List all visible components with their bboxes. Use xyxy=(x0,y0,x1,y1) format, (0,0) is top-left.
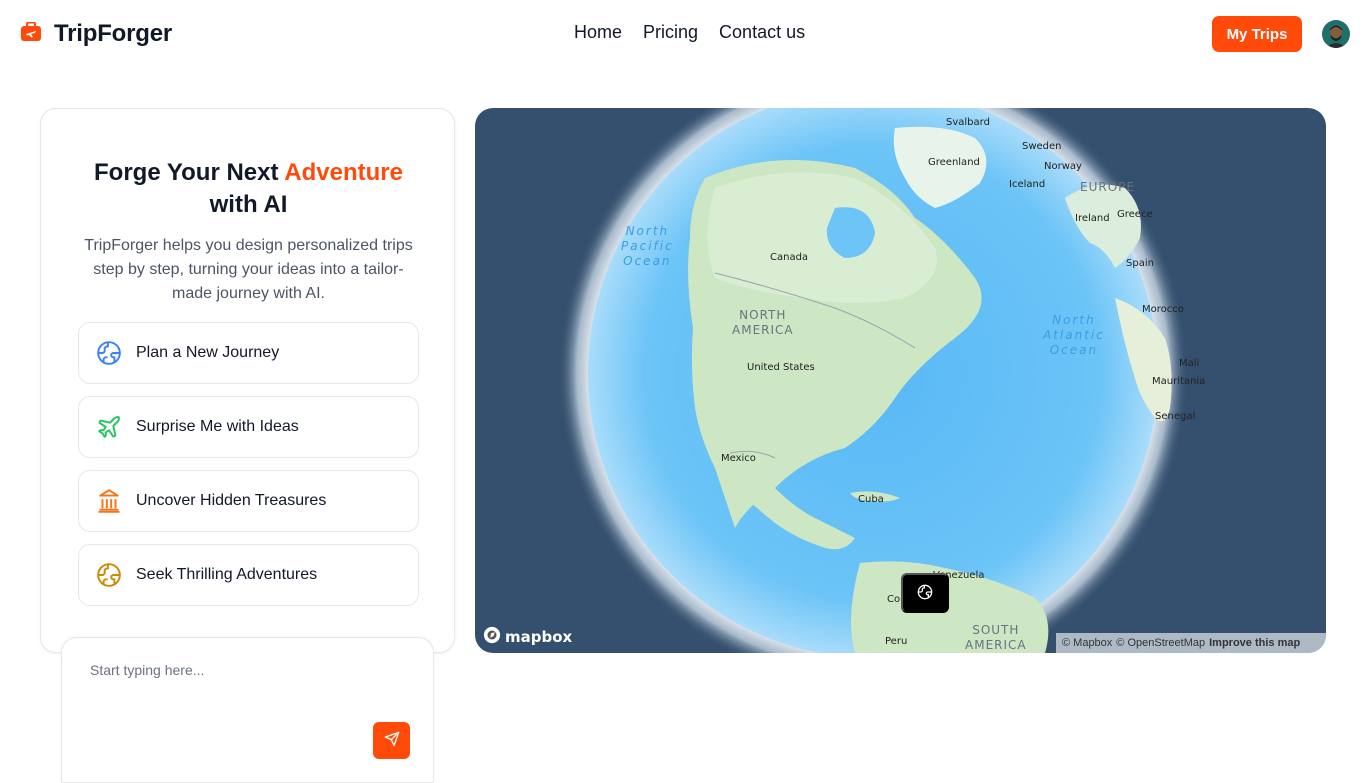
nav-pricing[interactable]: Pricing xyxy=(643,22,698,43)
mapbox-logo-text: mapbox xyxy=(505,628,573,646)
user-avatar[interactable] xyxy=(1322,20,1350,48)
main-nav: Home Pricing Contact us xyxy=(574,22,805,43)
map-label-mauritania: Mauritania xyxy=(1152,376,1206,387)
send-icon xyxy=(384,731,400,750)
map-label-south-america-line2: AMERICA xyxy=(965,638,1027,652)
message-input[interactable] xyxy=(90,662,410,722)
map-label-united-states: United States xyxy=(747,362,815,373)
brand[interactable]: TripForger xyxy=(20,20,172,48)
map-label-north-pacific-ocean: North Pacific Ocean xyxy=(621,224,674,269)
map-label-canada: Canada xyxy=(770,252,809,263)
send-button[interactable] xyxy=(373,722,410,759)
plane-icon xyxy=(95,413,123,441)
globe-icon xyxy=(917,584,933,603)
map-label-atlantic-line3: Ocean xyxy=(1049,343,1099,357)
map-label-europe: EUROPE xyxy=(1080,180,1135,194)
map-label-norway: Norway xyxy=(1044,161,1082,172)
my-trips-button[interactable]: My Trips xyxy=(1212,16,1302,52)
map-label-mexico: Mexico xyxy=(721,453,756,464)
option-label: Seek Thrilling Adventures xyxy=(136,566,318,583)
option-thrilling-adventures[interactable]: Seek Thrilling Adventures xyxy=(78,544,419,606)
hero-title-accent: Adventure xyxy=(284,159,403,186)
hero-title-part2: with AI xyxy=(209,191,288,218)
attribution-osm-link[interactable]: © OpenStreetMap xyxy=(1116,637,1205,649)
chat-composer xyxy=(61,637,434,783)
brand-name: TripForger xyxy=(54,20,173,47)
map-label-ireland: Ireland xyxy=(1075,213,1110,224)
map-label-atlantic-line1: North xyxy=(1052,313,1096,327)
map-label-iceland: Iceland xyxy=(1009,179,1046,190)
map-label-svalbard: Svalbard xyxy=(946,117,990,128)
improve-map-link[interactable]: Improve this map xyxy=(1209,637,1300,649)
map-label-atlantic-line2: Atlantic xyxy=(1043,328,1105,342)
map-label-pacific-line2: Pacific xyxy=(621,239,674,253)
map-label-senegal: Senegal xyxy=(1155,411,1196,422)
suitcase-plane-icon xyxy=(20,21,42,47)
map-label-north-america-line2: AMERICA xyxy=(732,323,794,337)
map-label-spain: Spain xyxy=(1126,258,1154,269)
option-label: Uncover Hidden Treasures xyxy=(136,492,327,509)
map-label-colombia: Co xyxy=(887,594,901,605)
map-label-greece: Greece xyxy=(1117,209,1153,220)
mapbox-logo[interactable]: mapbox xyxy=(483,626,572,648)
map-label-pacific-line1: North xyxy=(625,224,670,238)
nav-contact[interactable]: Contact us xyxy=(719,22,805,43)
option-label: Surprise Me with Ideas xyxy=(136,418,299,435)
landmark-icon xyxy=(95,487,123,515)
attribution-mapbox-link[interactable]: © Mapbox xyxy=(1062,637,1112,649)
map-label-mali: Mali xyxy=(1179,358,1200,369)
map-label-north-america: NORTH AMERICA xyxy=(732,308,794,338)
map-attribution: © Mapbox © OpenStreetMap Improve this ma… xyxy=(1056,633,1326,653)
map-label-north-atlantic-ocean: North Atlantic Ocean xyxy=(1043,313,1105,358)
globe-icon xyxy=(95,339,123,367)
hero-title-part1: Forge Your Next xyxy=(94,159,285,186)
option-label: Plan a New Journey xyxy=(136,344,280,361)
option-plan-new-journey[interactable]: Plan a New Journey xyxy=(78,322,419,384)
hero-description: TripForger helps you design personalized… xyxy=(84,237,413,302)
top-navigation: TripForger Home Pricing Contact us My Tr… xyxy=(0,0,1366,68)
option-hidden-treasures[interactable]: Uncover Hidden Treasures xyxy=(78,470,419,532)
globe-icon xyxy=(95,561,123,589)
map-label-morocco: Morocco xyxy=(1142,304,1184,315)
nav-home[interactable]: Home xyxy=(574,22,622,43)
map-label-peru: Peru xyxy=(885,636,908,647)
world-map[interactable]: Svalbard Sweden Greenland Norway Iceland… xyxy=(475,108,1326,653)
map-label-south-america: SOUTH AMERICA xyxy=(965,623,1027,653)
option-surprise-me[interactable]: Surprise Me with Ideas xyxy=(78,396,419,458)
map-label-pacific-line3: Ocean xyxy=(623,254,672,268)
map-label-sweden: Sweden xyxy=(1022,141,1062,152)
map-label-south-america-line1: SOUTH xyxy=(972,623,1020,637)
hero-title: Forge Your Next Adventure with AI xyxy=(41,157,456,221)
map-label-north-america-line1: NORTH xyxy=(739,308,787,322)
trip-planner-card: Forge Your Next Adventure with AI TripFo… xyxy=(40,108,455,653)
globe-view-button[interactable] xyxy=(901,573,949,613)
map-label-cuba: Cuba xyxy=(858,494,884,505)
mapbox-logo-icon xyxy=(483,626,501,648)
map-label-greenland: Greenland xyxy=(928,157,980,168)
